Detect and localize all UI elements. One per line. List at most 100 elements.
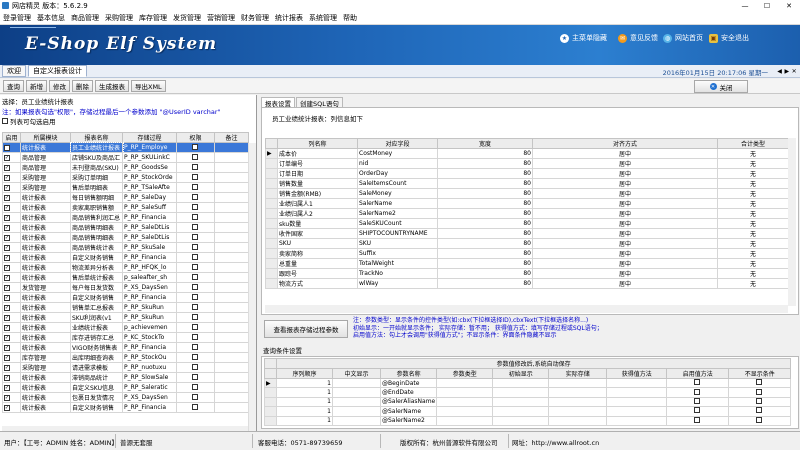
permission-checkbox[interactable] bbox=[191, 163, 198, 170]
permission-checkbox[interactable] bbox=[191, 273, 198, 280]
feedback-button[interactable]: ✉ 意见反馈 bbox=[618, 33, 658, 43]
menu-item[interactable]: 基本信息 bbox=[37, 13, 65, 23]
display-name-cell[interactable] bbox=[332, 406, 381, 417]
table-row[interactable]: ✓ 统计报表 销售单汇总报表 P_RP_SkuRun bbox=[2, 302, 249, 313]
menu-item[interactable]: 采购管理 bbox=[105, 13, 133, 23]
action-button[interactable]: 生成报表 bbox=[95, 80, 129, 92]
table-row[interactable]: ✓ 统计报表 自定义财务销售 P_RP_Financia bbox=[2, 252, 249, 263]
total-type-cell[interactable]: 无 bbox=[717, 258, 789, 269]
width-cell[interactable]: 80 bbox=[437, 188, 533, 199]
order-cell[interactable]: 1 bbox=[276, 387, 333, 398]
align-cell[interactable]: 居中 bbox=[532, 158, 718, 169]
align-cell[interactable]: 居中 bbox=[532, 168, 718, 179]
permission-checkbox[interactable] bbox=[191, 393, 198, 400]
align-cell[interactable]: 居中 bbox=[532, 208, 718, 219]
enable-value-checkbox[interactable] bbox=[693, 417, 700, 423]
enable-value-checkbox[interactable] bbox=[693, 388, 700, 395]
enabled-checkbox[interactable]: ✓ bbox=[4, 385, 10, 391]
hide-condition-checkbox[interactable] bbox=[755, 379, 762, 386]
total-type-cell[interactable]: 无 bbox=[717, 268, 789, 279]
column-name-cell[interactable]: 成本价 bbox=[277, 148, 358, 159]
param-name-cell[interactable]: @SalerName2 bbox=[379, 415, 438, 426]
action-button[interactable]: 查询 bbox=[3, 80, 24, 92]
enabled-checkbox[interactable]: ✓ bbox=[4, 365, 10, 371]
permission-checkbox[interactable] bbox=[191, 373, 198, 380]
menu-item[interactable]: 发货管理 bbox=[173, 13, 201, 23]
column-name-cell[interactable]: 总重量 bbox=[277, 258, 358, 269]
align-cell[interactable]: 居中 bbox=[532, 258, 718, 269]
hide-condition-checkbox[interactable] bbox=[755, 417, 762, 423]
permission-checkbox[interactable] bbox=[191, 283, 198, 290]
width-cell[interactable]: 80 bbox=[437, 148, 533, 159]
table-row[interactable]: sku数量 SaleSKUCount 80 居中无 bbox=[265, 218, 789, 229]
enabled-checkbox[interactable]: ✓ bbox=[4, 305, 10, 311]
enabled-checkbox[interactable]: ✓ bbox=[4, 325, 10, 331]
table-row[interactable]: ✓ 统计报表 SKU利润表(v1 P_RP_SkuRun bbox=[2, 312, 249, 323]
column-name-cell[interactable]: 订单日期 bbox=[277, 168, 358, 179]
hide-condition-checkbox[interactable] bbox=[755, 398, 762, 404]
display-name-cell[interactable] bbox=[332, 396, 381, 408]
align-cell[interactable]: 居中 bbox=[532, 178, 718, 189]
column-name-cell[interactable]: 卖家简称 bbox=[277, 248, 358, 259]
menu-item[interactable]: 系统管理 bbox=[309, 13, 337, 23]
column-table-scrollbar[interactable] bbox=[788, 138, 796, 306]
column-name-cell[interactable]: SKU bbox=[277, 238, 358, 249]
column-name-cell[interactable]: 销售数量 bbox=[277, 178, 358, 189]
column-name-cell[interactable]: 销售金额(RMB) bbox=[277, 188, 358, 199]
table-row[interactable]: 总重量 TotalWeight 80 居中无 bbox=[265, 258, 789, 269]
column-table-h-scrollbar[interactable] bbox=[265, 305, 788, 313]
menu-item[interactable]: 帮助 bbox=[343, 13, 357, 23]
close-window-button[interactable]: ✕ bbox=[778, 0, 800, 11]
enabled-checkbox[interactable]: ✓ bbox=[4, 405, 10, 411]
column-name-cell[interactable]: 物流方式 bbox=[277, 278, 358, 289]
table-row[interactable]: ✓ 统计报表 VIGO财务销售表 P_RP_Financia bbox=[2, 342, 249, 353]
permission-checkbox[interactable] bbox=[191, 323, 198, 330]
field-cell[interactable]: SKU bbox=[357, 238, 438, 249]
table-row[interactable]: ✓ 统计报表 库存进销存汇总 P_KC_StockTo bbox=[2, 332, 249, 343]
width-cell[interactable]: 80 bbox=[437, 168, 533, 179]
enabled-checkbox[interactable]: ✓ bbox=[4, 175, 10, 181]
permission-checkbox[interactable] bbox=[191, 293, 198, 300]
total-type-cell[interactable]: 无 bbox=[717, 218, 789, 229]
table-row[interactable]: 1 @SalerName2 bbox=[264, 415, 792, 426]
field-cell[interactable]: nid bbox=[357, 158, 438, 169]
permission-checkbox[interactable] bbox=[191, 403, 198, 410]
table-row[interactable]: 业绩归属人1 SalerName 80 居中无 bbox=[265, 198, 789, 209]
tab-custom-report-design[interactable]: 自定义报表设计 bbox=[28, 65, 87, 77]
permission-checkbox[interactable] bbox=[191, 173, 198, 180]
width-cell[interactable]: 80 bbox=[437, 228, 533, 239]
width-cell[interactable]: 80 bbox=[437, 218, 533, 229]
table-row[interactable]: ✓ 统计报表 业绩统计报表 p_achievemen bbox=[2, 322, 249, 333]
width-cell[interactable]: 80 bbox=[437, 208, 533, 219]
total-type-cell[interactable]: 无 bbox=[717, 168, 789, 179]
width-cell[interactable]: 80 bbox=[437, 278, 533, 289]
table-row[interactable]: ✓ 发货管理 每户每日发货数 P_XS_DaysSen bbox=[2, 282, 249, 293]
permission-checkbox[interactable] bbox=[191, 183, 198, 190]
enabled-checkbox[interactable]: ✓ bbox=[4, 185, 10, 191]
column-name-cell[interactable]: 业绩归属人1 bbox=[277, 198, 358, 209]
param-name-cell[interactable]: @EndDate bbox=[379, 387, 438, 398]
total-type-cell[interactable]: 无 bbox=[717, 278, 789, 289]
permission-checkbox[interactable] bbox=[191, 303, 198, 310]
permission-checkbox[interactable] bbox=[191, 243, 198, 250]
table-row[interactable]: 订单日期 OrderDay 80 居中无 bbox=[265, 168, 789, 179]
permission-checkbox[interactable] bbox=[191, 263, 198, 270]
display-name-cell[interactable] bbox=[332, 377, 381, 389]
tab-create-sql[interactable]: 创建SQL语句 bbox=[296, 97, 343, 108]
table-row[interactable]: ✓ 库存管理 出库明细查询表 P_RP_StockOu bbox=[2, 352, 249, 363]
permission-checkbox[interactable] bbox=[191, 353, 198, 360]
align-cell[interactable]: 居中 bbox=[532, 268, 718, 279]
enabled-checkbox[interactable]: ✓ bbox=[4, 195, 10, 201]
action-button[interactable]: 删除 bbox=[72, 80, 93, 92]
enabled-checkbox[interactable]: ✓ bbox=[4, 155, 10, 161]
align-cell[interactable]: 居中 bbox=[532, 188, 718, 199]
table-row[interactable]: 物流方式 wlWay 80 居中无 bbox=[265, 278, 789, 289]
minimize-button[interactable]: — bbox=[734, 0, 756, 11]
table-row[interactable]: ✓ 商品管理 店铺SKU及商品汇 P_RP_SKULinkC bbox=[2, 152, 249, 163]
list-mode-checkbox[interactable] bbox=[2, 118, 8, 124]
field-cell[interactable]: OrderDay bbox=[357, 168, 438, 179]
align-cell[interactable]: 居中 bbox=[532, 198, 718, 209]
permission-checkbox[interactable] bbox=[191, 223, 198, 230]
table-row[interactable]: ✓ 采购管理 请进需求模板 P_RP_nuotuxu bbox=[2, 362, 249, 373]
permission-checkbox[interactable] bbox=[191, 253, 198, 260]
